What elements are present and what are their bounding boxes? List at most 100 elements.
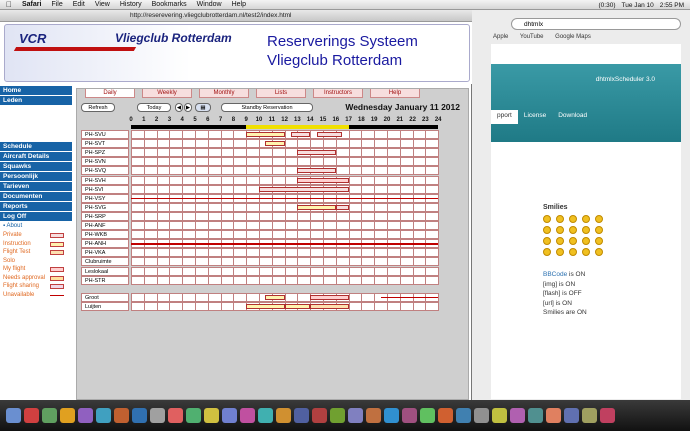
schedule-cell[interactable]: [323, 266, 337, 276]
aircraft-row-label[interactable]: PH-STR: [81, 275, 129, 285]
schedule-cell[interactable]: [195, 184, 209, 194]
dock-app-icon[interactable]: [240, 408, 255, 423]
schedule-cell[interactable]: [335, 266, 350, 276]
schedule-cell[interactable]: [259, 175, 273, 185]
schedule-cell[interactable]: [374, 275, 388, 285]
schedule-cell[interactable]: [284, 202, 299, 212]
schedule-cell[interactable]: [297, 275, 312, 285]
schedule-cell[interactable]: [143, 292, 158, 302]
schedule-cell[interactable]: [310, 257, 324, 267]
schedule-cell[interactable]: [246, 257, 260, 267]
schedule-cell[interactable]: [259, 157, 273, 167]
schedule-cell[interactable]: [246, 148, 260, 158]
schedule-cell[interactable]: [169, 248, 184, 258]
schedule-cell[interactable]: [207, 184, 222, 194]
schedule-cell[interactable]: [195, 202, 209, 212]
schedule-cell[interactable]: [399, 248, 414, 258]
reservation-block[interactable]: [297, 150, 336, 156]
dock-app-icon[interactable]: [564, 408, 579, 423]
schedule-cell[interactable]: [425, 130, 440, 139]
schedule-cell[interactable]: [284, 221, 299, 230]
schedule-cell[interactable]: [233, 211, 248, 221]
schedule-cell[interactable]: [259, 148, 273, 158]
schedule-cell[interactable]: [131, 257, 145, 267]
schedule-cell[interactable]: [169, 148, 184, 158]
schedule-cell[interactable]: [297, 230, 312, 240]
schedule-cell[interactable]: [233, 301, 248, 311]
schedule-cell[interactable]: [348, 230, 363, 240]
menu-file[interactable]: File: [51, 1, 62, 8]
schedule-cell[interactable]: [156, 166, 171, 176]
schedule-cell[interactable]: [220, 139, 235, 149]
schedule-cell[interactable]: [169, 221, 184, 230]
tab-support[interactable]: pport: [491, 110, 518, 124]
schedule-cell[interactable]: [131, 266, 145, 276]
dock-app-icon[interactable]: [402, 408, 417, 423]
schedule-cell[interactable]: [387, 166, 401, 176]
reservation-block[interactable]: [297, 177, 349, 183]
aircraft-row-label[interactable]: PH-ANF: [81, 221, 129, 230]
schedule-cell[interactable]: [156, 175, 171, 185]
schedule-cell[interactable]: [156, 221, 171, 230]
schedule-cell[interactable]: [323, 139, 337, 149]
schedule-cell[interactable]: [259, 275, 273, 285]
room-row-label[interactable]: Groot: [81, 292, 129, 302]
schedule-cell[interactable]: [220, 157, 235, 167]
schedule-cell[interactable]: [387, 175, 401, 185]
smiley-icon[interactable]: [595, 237, 603, 245]
schedule-cell[interactable]: [284, 139, 299, 149]
schedule-cell[interactable]: [143, 275, 158, 285]
clock-date[interactable]: Tue Jan 10: [622, 2, 654, 9]
schedule-cell[interactable]: [143, 157, 158, 167]
schedule-cell[interactable]: [374, 230, 388, 240]
schedule-cell[interactable]: [412, 211, 427, 221]
schedule-cell[interactable]: [361, 139, 376, 149]
schedule-cell[interactable]: [310, 266, 324, 276]
schedule-cell[interactable]: [131, 184, 145, 194]
schedule-cell[interactable]: [412, 248, 427, 258]
schedule-cell[interactable]: [182, 202, 196, 212]
schedule-cell[interactable]: [425, 166, 440, 176]
tab-instructors[interactable]: Instructors: [313, 89, 363, 98]
dock-app-icon[interactable]: [258, 408, 273, 423]
schedule-cell[interactable]: [361, 257, 376, 267]
schedule-cell[interactable]: [284, 211, 299, 221]
schedule-cell[interactable]: [207, 148, 222, 158]
schedule-cell[interactable]: [297, 248, 312, 258]
dock-app-icon[interactable]: [132, 408, 147, 423]
schedule-cell[interactable]: [387, 202, 401, 212]
schedule-cell[interactable]: [412, 139, 427, 149]
tab-download[interactable]: Download: [552, 110, 593, 124]
schedule-cell[interactable]: [374, 166, 388, 176]
dock-app-icon[interactable]: [186, 408, 201, 423]
schedule-cell[interactable]: [220, 211, 235, 221]
schedule-cell[interactable]: [220, 148, 235, 158]
schedule-cell[interactable]: [195, 211, 209, 221]
schedule-cell[interactable]: [399, 257, 414, 267]
schedule-cell[interactable]: [169, 175, 184, 185]
schedule-cell[interactable]: [195, 148, 209, 158]
schedule-cell[interactable]: [233, 221, 248, 230]
schedule-cell[interactable]: [399, 221, 414, 230]
schedule-cell[interactable]: [259, 202, 273, 212]
schedule-cell[interactable]: [246, 139, 260, 149]
schedule-cell[interactable]: [246, 275, 260, 285]
schedule-cell[interactable]: [220, 292, 235, 302]
smiley-icon[interactable]: [595, 226, 603, 234]
schedule-cell[interactable]: [169, 301, 184, 311]
schedule-cell[interactable]: [182, 175, 196, 185]
smiley-icon[interactable]: [582, 226, 590, 234]
schedule-cell[interactable]: [220, 175, 235, 185]
schedule-cell[interactable]: [246, 184, 260, 194]
schedule-cell[interactable]: [348, 257, 363, 267]
schedule-cell[interactable]: [207, 301, 222, 311]
schedule-cell[interactable]: [246, 202, 260, 212]
reservation-block[interactable]: [265, 294, 285, 300]
aircraft-row-label[interactable]: PH-SVG: [81, 202, 129, 212]
schedule-cell[interactable]: [348, 221, 363, 230]
schedule-cell[interactable]: [323, 230, 337, 240]
schedule-cell[interactable]: [271, 257, 286, 267]
smiley-icon[interactable]: [569, 248, 577, 256]
schedule-cell[interactable]: [131, 130, 145, 139]
schedule-cell[interactable]: [169, 166, 184, 176]
